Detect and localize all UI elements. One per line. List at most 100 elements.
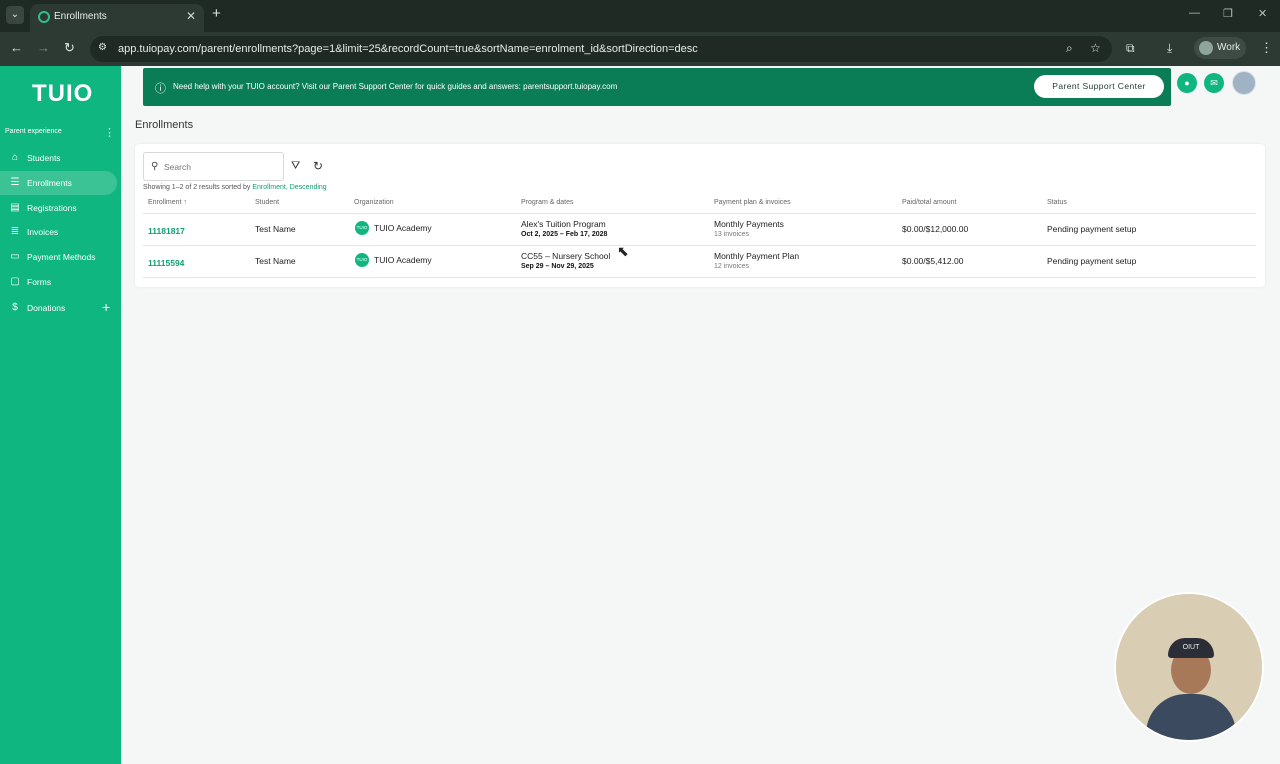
sidebar-item-label: Registrations [27, 203, 77, 213]
sidebar-item-students[interactable]: ⌂ Students [0, 146, 117, 170]
enrollment-id-link[interactable]: 11181817 [148, 226, 185, 236]
list-icon: ☰ [10, 177, 20, 188]
browser-menu-icon[interactable]: ⋮ [1260, 40, 1273, 56]
sidebar-item-label: Forms [27, 277, 52, 287]
row-divider [143, 245, 1256, 246]
column-header-student[interactable]: Student [255, 199, 279, 206]
student-name: Test Name [255, 224, 296, 234]
column-header-program[interactable]: Program & dates [521, 199, 574, 206]
close-window-icon[interactable]: ✕ [1258, 7, 1267, 20]
profile-name: Work [1217, 42, 1241, 53]
sidebar-item-registrations[interactable]: ▤ Registrations [0, 196, 117, 220]
browser-tab[interactable]: Enrollments ✕ [30, 4, 204, 32]
webcam-overlay: OIUT [1114, 592, 1264, 742]
search-box[interactable]: ⚲ [143, 152, 284, 181]
search-icon: ⚲ [151, 161, 159, 172]
column-header-payment-plan[interactable]: Payment plan & invoices [714, 199, 791, 206]
column-header-amount[interactable]: Paid/total amount [902, 199, 956, 206]
column-header-status[interactable]: Status [1047, 199, 1067, 206]
document-icon: ▤ [10, 202, 20, 213]
filter-icon[interactable]: ⛛ [291, 160, 300, 173]
sort-field-link[interactable]: Enrollment [252, 184, 285, 191]
paid-total-amount: $0.00/$12,000.00 [902, 224, 969, 234]
sort-direction-link[interactable]: Descending [290, 184, 327, 191]
webcam-cap: OIUT [1168, 638, 1214, 658]
organization-name: TUIO Academy [374, 255, 432, 265]
tab-search-icon[interactable]: ⌄ [6, 6, 24, 24]
mouse-cursor-icon: ⬉ [617, 243, 629, 259]
chat-icon[interactable]: ● [1177, 73, 1197, 93]
profile-avatar [1199, 41, 1213, 55]
zoom-icon[interactable]: ⌕ [1066, 41, 1073, 56]
sidebar-heading: Parent experience [5, 128, 62, 135]
site-info-icon[interactable]: ⚙ [98, 42, 107, 53]
mail-icon[interactable]: ✉ [1204, 73, 1224, 93]
status-text: Pending payment setup [1047, 224, 1137, 234]
sidebar-menu-icon[interactable]: ⋮ [104, 126, 115, 139]
student-name: Test Name [255, 256, 296, 266]
organization-name: TUIO Academy [374, 223, 432, 233]
org-logo: TUIO [355, 221, 369, 235]
url-text: app.tuiopay.com/parent/enrollments?page=… [118, 43, 698, 55]
payment-plan: Monthly Payments [714, 219, 784, 229]
search-input[interactable] [164, 159, 276, 175]
credit-card-icon: ▭ [10, 251, 20, 262]
program-dates: Oct 2, 2025 – Feb 17, 2028 [521, 231, 608, 238]
forward-icon[interactable]: → [37, 40, 50, 55]
graduation-cap-icon: ⌂ [11, 152, 19, 163]
row-divider [143, 277, 1256, 278]
org-logo: TUIO [355, 253, 369, 267]
enrollment-id-link[interactable]: 11115594 [148, 258, 184, 268]
dollar-icon: $ [12, 302, 18, 313]
restore-icon[interactable]: ❐ [1223, 7, 1233, 20]
bookmark-star-icon[interactable]: ☆ [1090, 41, 1101, 55]
url-field[interactable]: ⚙ app.tuiopay.com/parent/enrollments?pag… [90, 36, 1112, 62]
program-name: CC55 – Nursery School [521, 251, 611, 261]
sidebar-item-label: Payment Methods [27, 252, 96, 262]
help-icon: ⓘ [155, 83, 166, 95]
sidebar-item-label: Donations [27, 303, 66, 313]
column-header-organization[interactable]: Organization [354, 199, 394, 206]
expand-plus-icon[interactable]: + [102, 299, 110, 315]
sidebar-item-forms[interactable]: ▢ Forms [0, 270, 117, 294]
tuio-favicon-icon [38, 11, 50, 23]
user-avatar[interactable] [1232, 71, 1256, 95]
results-info: Showing 1–2 of 2 results sorted by Enrol… [143, 184, 327, 191]
banner-text: Need help with your TUIO account? Visit … [173, 82, 618, 91]
refresh-icon[interactable]: ↻ [313, 159, 323, 173]
sidebar-item-invoices[interactable]: ≣ Invoices [0, 220, 117, 244]
download-icon[interactable]: ⤓ [1167, 41, 1172, 56]
results-prefix: Showing 1–2 of 2 results sorted by [143, 184, 251, 191]
close-tab-icon[interactable]: ✕ [186, 9, 196, 23]
address-bar-row: ← → ↻ ⚙ app.tuiopay.com/parent/enrollmen… [0, 32, 1280, 66]
invoice-count: 12 invoices [714, 263, 750, 270]
reload-icon[interactable]: ↻ [64, 40, 75, 56]
sidebar-item-donations[interactable]: $ Donations + [0, 296, 117, 320]
invoice-count: 13 invoices [714, 231, 750, 238]
sidebar-item-label: Invoices [27, 227, 59, 237]
forms-icon: ▢ [10, 276, 20, 287]
tuio-logo[interactable]: TUIO [32, 80, 93, 108]
paid-total-amount: $0.00/$5,412.00 [902, 256, 964, 266]
sidebar-item-enrollments[interactable]: ☰ Enrollments [0, 171, 117, 195]
program-name: Alex's Tuition Program [521, 219, 606, 229]
minimize-icon[interactable]: — [1189, 7, 1200, 19]
sort-arrow-up-icon: ↑ [183, 199, 187, 206]
sidebar: TUIO Parent experience ⋮ ⌂ Students ☰ En… [0, 66, 121, 764]
header-divider [143, 213, 1256, 214]
back-icon[interactable]: ← [10, 40, 23, 55]
invoice-icon: ≣ [10, 226, 20, 237]
browser-tab-bar: ⌄ Enrollments ✕ + — ❐ ✕ [0, 0, 1280, 32]
new-tab-icon[interactable]: + [212, 5, 221, 22]
tab-title: Enrollments [54, 11, 107, 22]
page-title: Enrollments [135, 119, 194, 131]
support-banner: ⓘ Need help with your TUIO account? Visi… [143, 68, 1171, 106]
extensions-icon[interactable]: ⧉ [1126, 41, 1135, 56]
sidebar-item-label: Enrollments [27, 178, 72, 188]
profile-chip[interactable]: Work [1194, 37, 1246, 59]
enrollments-card: ⚲ ⛛ ↻ Showing 1–2 of 2 results sorted by… [135, 144, 1265, 287]
column-header-enrollment[interactable]: Enrollment ↑ [148, 199, 187, 206]
sidebar-item-payment-methods[interactable]: ▭ Payment Methods [0, 245, 117, 269]
parent-support-center-button[interactable]: Parent Support Center [1034, 75, 1164, 98]
payment-plan: Monthly Payment Plan [714, 251, 800, 261]
